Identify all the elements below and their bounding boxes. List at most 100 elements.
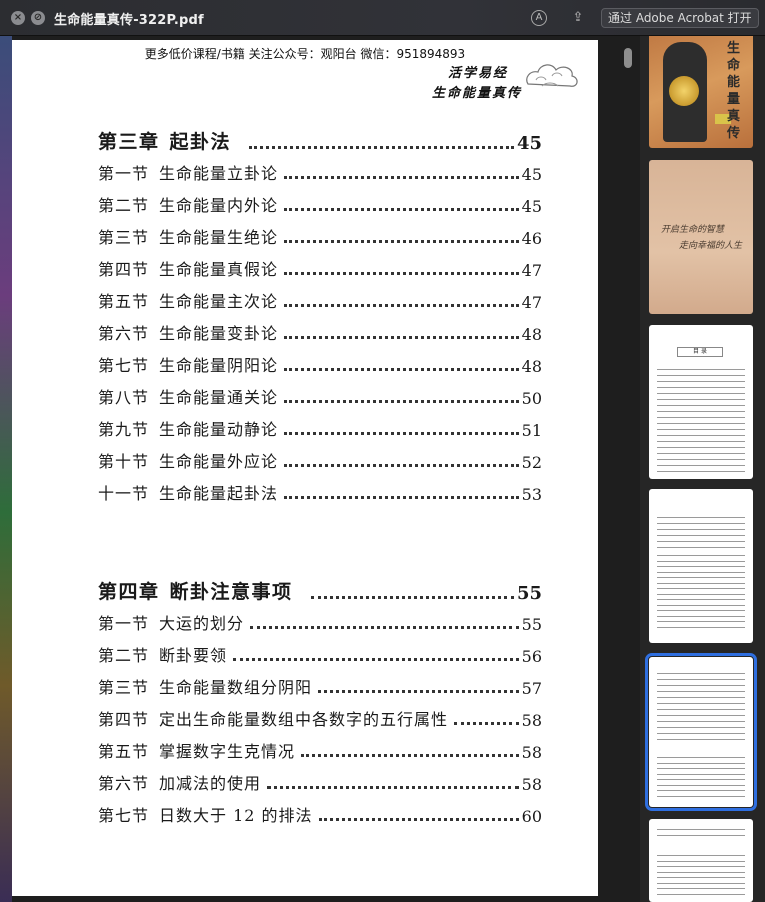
thumbnail-text-line — [657, 610, 745, 611]
toc-leader-dots — [284, 208, 519, 211]
toc-entry-title: 生命能量生绝论 — [159, 228, 279, 247]
thumbnail-page-5[interactable] — [645, 653, 757, 811]
thumbnail-text-line — [657, 697, 745, 698]
cover2-line-2: 走向幸福的人生 — [679, 241, 743, 251]
pdf-page[interactable]: 更多低价课程/书籍 关注公众号：观阳台 微信：951894893 活学易经 生命… — [12, 40, 598, 896]
toc-section-row: 第一节 生命能量立卦论 45 — [98, 160, 542, 184]
vertical-scrollbar[interactable] — [624, 48, 632, 68]
thumbnail-text-line — [657, 375, 745, 376]
toc-entry-title: 生命能量阴阳论 — [159, 356, 279, 375]
toc-entry-title: 生命能量通关论 — [159, 388, 279, 407]
toc-entry-title: 断卦要领 — [159, 646, 228, 665]
thumbnail-text-line — [657, 588, 745, 589]
toc-page-number: 50 — [521, 389, 542, 408]
thumbnail-page-3[interactable]: 目 录 — [649, 325, 753, 479]
thumbnail-page-1[interactable]: 生命能量真传 — [649, 36, 753, 148]
toc-section-row: 第七节 日数大于 12 的排法 60 — [98, 802, 542, 826]
toc-entry-number: 第五节 — [98, 292, 150, 311]
thumbnail-text-line — [657, 621, 745, 622]
thumbnail-text-line — [657, 381, 745, 382]
toc-entry-label: 十一节 生命能量起卦法 — [98, 480, 278, 504]
thumbnail-text-line — [657, 577, 745, 578]
toc-page-number: 47 — [521, 293, 542, 312]
cover-disc-icon — [669, 76, 699, 106]
thumbnail-text-line — [657, 615, 745, 617]
toc-entry-label: 第一节 大运的划分 — [98, 610, 244, 634]
thumbnail-text-line — [657, 560, 745, 562]
thumbnail-text-line — [657, 673, 745, 674]
share-icon[interactable]: ⇪ — [569, 9, 587, 27]
toc-entry-title: 起卦法 — [169, 131, 232, 153]
toc-chapter-row: 第四章 断卦注意事项 55 — [98, 580, 542, 604]
thumbnail-text-line — [657, 679, 745, 680]
toc-section-row: 第六节 生命能量变卦论 48 — [98, 320, 542, 344]
thumbnail-text-line — [657, 393, 745, 394]
thumbnail-text-line — [657, 893, 745, 895]
toc-entry-number: 第一节 — [98, 164, 150, 183]
thumbnail-text-line — [657, 882, 745, 884]
toc-section-row: 第七节 生命能量阴阳论 48 — [98, 352, 542, 376]
thumbnail-text-line — [657, 835, 745, 836]
toc-entry-label: 第五节 生命能量主次论 — [98, 288, 278, 312]
table-of-contents: 第三章 起卦法 45 第一节 生命能量立卦论 45 第二节 生命能量内外论 45 第三节 生命能量生… — [12, 40, 598, 896]
toc-page-number: 52 — [521, 453, 542, 472]
toc-entry-label: 第三节 生命能量生绝论 — [98, 224, 278, 248]
toc-heading-mini: 目 录 — [677, 347, 723, 357]
thumbnail-text-line — [657, 779, 745, 780]
toc-page-number: 60 — [521, 807, 542, 826]
thumbnail-text-line — [657, 784, 745, 786]
thumbnail-text-line — [657, 411, 745, 412]
toc-entry-number: 第六节 — [98, 774, 150, 793]
thumbnail-text-line — [657, 721, 745, 722]
thumbnail-text-line — [657, 535, 745, 536]
toc-entry-label: 第四节 生命能量真假论 — [98, 256, 278, 280]
open-in-acrobat-button[interactable]: 通过 Adobe Acrobat 打开 — [601, 8, 759, 28]
toc-entry-title: 生命能量主次论 — [159, 292, 279, 311]
toc-entry-number: 第一节 — [98, 614, 150, 633]
toc-entry-label: 第四章 断卦注意事项 — [98, 577, 293, 604]
thumbnail-text-line — [657, 877, 745, 878]
thumbnail-text-line — [657, 866, 745, 867]
toc-page-number: 48 — [521, 357, 542, 376]
markup-icon[interactable]: A — [531, 10, 547, 26]
thumbnail-text-line — [657, 604, 745, 606]
thumbnail-text-line — [657, 685, 745, 686]
toc-leader-dots — [318, 690, 519, 693]
toc-entry-number: 第四章 — [98, 581, 160, 603]
thumbnail-text-line — [657, 571, 745, 573]
thumbnail-text-line — [657, 871, 745, 873]
thumbnail-page-2[interactable]: 开启生命的智慧 走向幸福的人生 — [649, 160, 753, 314]
minimize-icon[interactable]: ⊘ — [31, 11, 45, 25]
toc-leader-dots — [284, 304, 519, 307]
toc-section-row: 第五节 掌握数字生克情况 58 — [98, 738, 542, 762]
toc-section-row: 第八节 生命能量通关论 50 — [98, 384, 542, 408]
thumbnail-text-line — [657, 855, 745, 856]
thumbnail-text-line — [657, 795, 745, 797]
toc-page-number: 53 — [521, 485, 542, 504]
toc-entry-title: 大运的划分 — [159, 614, 245, 633]
thumbnail-page-6[interactable] — [649, 819, 753, 902]
toc-section-row: 第三节 生命能量生绝论 46 — [98, 224, 542, 248]
toc-section-row: 第六节 加减法的使用 58 — [98, 770, 542, 794]
toc-entry-title: 生命能量起卦法 — [159, 484, 279, 503]
toc-leader-dots — [249, 146, 514, 149]
thumbnail-sidebar: 生命能量真传 开启生命的智慧 走向幸福的人生 目 录 — [640, 36, 765, 902]
toc-entry-number: 第三章 — [98, 131, 160, 153]
thumbnail-text-line — [657, 703, 745, 704]
toc-entry-label: 第九节 生命能量动静论 — [98, 416, 278, 440]
thumbnail-text-line — [657, 691, 745, 692]
thumbnail-text-line — [657, 435, 745, 436]
toc-leader-dots — [267, 786, 519, 789]
toc-entry-number: 第五节 — [98, 742, 150, 761]
toc-entry-label: 第四节 定出生命能量数组中各数字的五行属性 — [98, 706, 448, 730]
toc-section-row: 第一节 大运的划分 55 — [98, 610, 542, 634]
toc-section-row: 第九节 生命能量动静论 51 — [98, 416, 542, 440]
toc-page-number: 46 — [521, 229, 542, 248]
thumbnail-page-4[interactable] — [649, 489, 753, 643]
toc-entry-title: 掌握数字生克情况 — [159, 742, 296, 761]
toc-entry-number: 第六节 — [98, 324, 150, 343]
toc-section-row: 第二节 断卦要领 56 — [98, 642, 542, 666]
toc-leader-dots — [318, 818, 519, 821]
toc-entry-title: 生命能量数组分阴阳 — [159, 678, 313, 697]
close-icon[interactable]: × — [11, 11, 25, 25]
